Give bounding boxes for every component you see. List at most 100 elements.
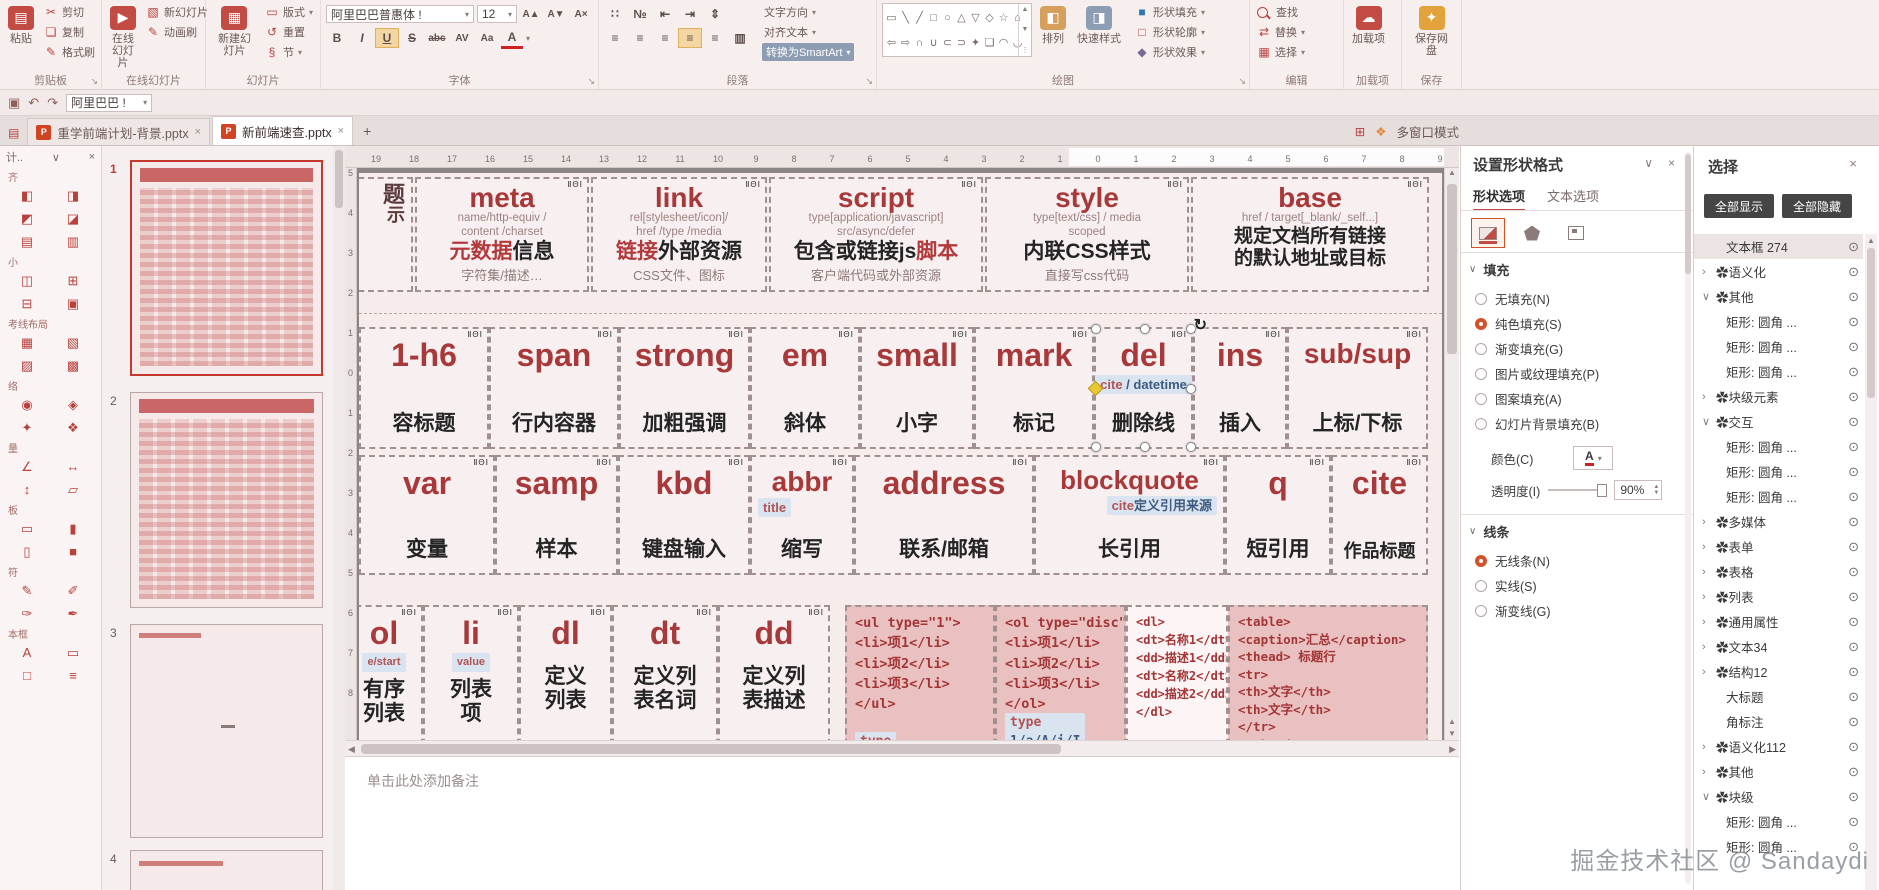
expand-icon[interactable]: › [1702,741,1716,753]
slide[interactable]: 题 示 ⅡΘⅠ meta name/http-equiv / content /… [359,173,1442,740]
line-option-radio[interactable]: 无线条(N) [1461,548,1693,573]
reset-button[interactable]: ↺ 重置 [263,23,315,41]
shrink-font-button[interactable]: A▼ [545,5,567,23]
visibility-eye-icon[interactable]: ⊙ [1848,789,1859,805]
visibility-eye-icon[interactable]: ⊙ [1848,539,1859,555]
italic-button[interactable]: I [351,29,373,47]
plugin-tool-button[interactable]: ↔ [50,455,96,478]
slide-thumbnail[interactable] [130,624,323,838]
scroll-up-icon[interactable]: ▲ [1867,236,1875,245]
close-tab-icon[interactable]: × [195,126,201,138]
shape-fill-button[interactable]: ■ 形状填充 ▾ [1133,3,1207,21]
shape-item[interactable]: ⇦ [885,33,898,53]
shape-gallery[interactable]: ▭ ╲ ╱ □ ○ △ ▽ ◇ ☆ ⌂ ⇦ ⇨ ∩ ∪ ⊂ ⊃ ✦ ❏ ◠ ◡ ▲ ▼ ⋮ [882,3,1032,57]
plugin-tool-button[interactable]: ▯ [4,540,50,563]
shape-item[interactable]: ◠ [997,33,1010,53]
expand-icon[interactable]: › [1702,391,1716,403]
visibility-eye-icon[interactable]: ⊙ [1848,414,1859,430]
selection-list-item[interactable]: › ✿语义化112 ⊙ [1694,734,1863,759]
slide-thumbnail[interactable] [130,392,323,608]
visibility-eye-icon[interactable]: ⊙ [1848,714,1859,730]
expand-icon[interactable]: › [1702,766,1716,778]
fill-option-radio[interactable]: 纯色填充(S) [1461,311,1693,336]
multiwindow-mode-button[interactable]: 多窗口模式 [1396,122,1459,141]
window-grid-icon[interactable]: ⊞ [1355,124,1365,139]
plugin-tool-button[interactable]: ◈ [50,393,96,416]
fill-option-radio[interactable]: 幻灯片背景填充(B) [1461,411,1693,436]
spinner-icons[interactable]: ▲ ▼ [1653,484,1659,496]
tag-card-clipped[interactable]: 题 示 [359,177,413,292]
line-section-header[interactable]: ∨ 线条 [1469,522,1509,541]
format-painter-button[interactable]: ✎ 格式刷 [42,43,97,61]
plugin-tool-button[interactable]: ▦ [4,331,50,354]
plugin-tool-button[interactable]: 板 [4,501,96,517]
expand-icon[interactable]: ∨ [1702,290,1716,303]
expand-icon[interactable]: › [1702,541,1716,553]
selection-handle[interactable] [1091,324,1101,334]
redo-button[interactable]: ↷ [47,95,58,111]
transparency-slider[interactable] [1548,484,1608,497]
selection-list-item[interactable]: 角标注 ⊙ [1694,709,1863,734]
visibility-eye-icon[interactable]: ⊙ [1848,289,1859,305]
plugin-tool-button[interactable]: A [4,641,50,664]
slide-thumbnail-item[interactable]: 1 [102,160,331,376]
theme-font-combo[interactable]: 阿里巴巴 ! ▾ [66,93,153,112]
visibility-eye-icon[interactable]: ⊙ [1848,489,1859,505]
selection-list-item[interactable]: 矩形: 圆角 ... ⊙ [1694,309,1863,334]
shape-item[interactable]: ▭ [885,8,898,28]
tag-card-h1-h6[interactable]: ⅡΘⅠ 1-h6 容标题 [359,327,489,449]
panel-scrollbar[interactable]: ▲ [1865,234,1877,890]
shape-item[interactable]: □ [927,8,940,28]
bullets-button[interactable]: ∷ [604,5,626,23]
visibility-eye-icon[interactable]: ⊙ [1848,614,1859,630]
tab-shape-options[interactable]: 形状选项 [1473,186,1526,211]
scrollbar-thumb[interactable] [361,744,1061,754]
shape-effects-button[interactable]: ◆ 形状效果 ▾ [1133,43,1207,61]
shape-item[interactable]: △ [955,8,968,28]
selection-handle[interactable] [1091,442,1101,452]
copy-button[interactable]: ❏ 复制 [42,23,97,41]
selection-list-item[interactable]: › ✿文本34 ⊙ [1694,634,1863,659]
undo-button[interactable]: ↶ [28,95,39,111]
page-icon[interactable]: ▤ [8,126,19,140]
tag-card-q[interactable]: ⅡΘⅠ q 短引用 [1225,455,1331,575]
tag-card-dd[interactable]: ⅡΘⅠ dd 定义列 表描述 [718,605,830,740]
fill-section-header[interactable]: ∨ 填充 [1469,260,1509,279]
find-button[interactable]: 查找 [1255,3,1307,21]
vertical-scrollbar[interactable]: ▲ ▲ ▼ [1444,168,1459,740]
online-slides-button[interactable]: ▶ 在线幻灯片 [107,3,139,73]
plugin-tool-button[interactable]: ▨ [4,354,50,377]
plugin-tool-button[interactable]: ◫ [4,269,50,292]
collapse-panel-icon[interactable]: ∨ [1644,156,1653,170]
tag-card-span[interactable]: ⅡΘⅠ span 行内容器 [489,327,619,449]
plugin-tool-button[interactable]: ✦ [4,416,50,439]
code-sample-dl[interactable]: <dl> <dt>名称1</dt> <dd>描述1</dd> <dt>名称2</dt>… [1126,605,1228,740]
shape-item[interactable]: ∪ [927,33,940,53]
plugin-tool-button[interactable]: ❖ [50,416,96,439]
plugin-tool-button[interactable]: ↕ [4,478,50,501]
plugin-tool-button[interactable]: 络 [4,377,96,393]
next-slide-button[interactable]: ▼ [1445,729,1459,738]
justify-button[interactable]: ≡ [678,28,702,48]
selection-list-item[interactable]: 矩形: 圆角 ... ⊙ [1694,459,1863,484]
selection-list-item[interactable]: › ✿块级元素 ⊙ [1694,384,1863,409]
layout-button[interactable]: ▭ 版式 ▾ [263,3,315,21]
selection-list-item[interactable]: 文本框 274 ⊙ [1694,234,1863,259]
clear-formatting-button[interactable]: A× [570,5,592,23]
shape-item[interactable]: ╲ [899,8,912,28]
visibility-eye-icon[interactable]: ⊙ [1848,339,1859,355]
visibility-eye-icon[interactable]: ⊙ [1848,689,1859,705]
effects-tab-icon[interactable] [1515,218,1549,248]
character-spacing-button[interactable]: AV [451,29,473,47]
scroll-up-icon[interactable]: ▲ [1448,168,1456,177]
notes-pane[interactable]: 单击此处添加备注 [345,756,1459,890]
visibility-eye-icon[interactable]: ⊙ [1848,839,1859,855]
expand-icon[interactable]: › [1702,591,1716,603]
quick-styles-button[interactable]: ◨ 快速样式 [1074,3,1124,73]
plugin-tool-button[interactable]: ▭ [4,517,50,540]
plugin-tool-button[interactable]: ✑ [4,602,50,625]
expand-icon[interactable]: › [1702,641,1716,653]
plugin-tool-button[interactable]: ◨ [50,184,96,207]
plugin-tool-button[interactable]: ▣ [50,292,96,315]
visibility-eye-icon[interactable]: ⊙ [1848,514,1859,530]
